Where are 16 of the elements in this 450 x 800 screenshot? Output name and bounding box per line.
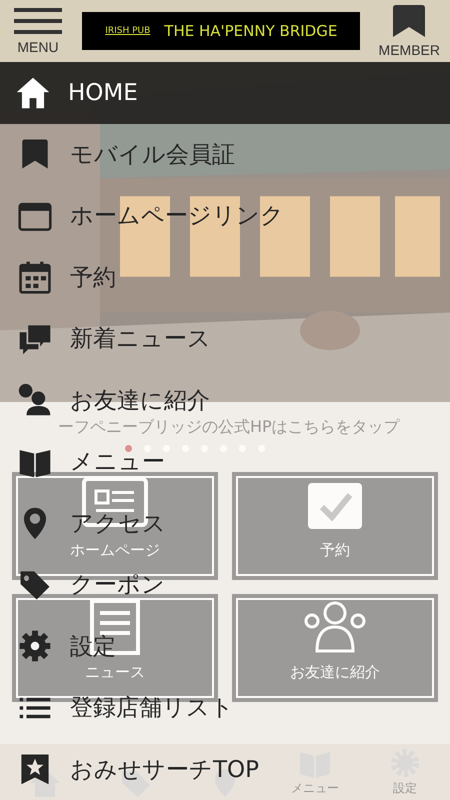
- menu-icon: [12, 7, 64, 35]
- carousel-dot[interactable]: [125, 444, 132, 452]
- menu-item[interactable]: おみせサーチTOP: [18, 752, 260, 786]
- menu-item[interactable]: HOME: [0, 62, 450, 124]
- person-with-speech-bubble-icon: [18, 383, 52, 418]
- member-button[interactable]: MEMBER: [378, 4, 440, 58]
- menu-button[interactable]: MENU: [12, 7, 64, 55]
- menu-item[interactable]: お友達に紹介: [18, 383, 210, 418]
- logo-tagline: IRISH PUB: [105, 26, 150, 36]
- menu-item[interactable]: 予約: [18, 260, 116, 294]
- settings-icon: [18, 629, 52, 664]
- calendar-icon: [18, 260, 52, 294]
- menu-item[interactable]: 新着ニュース: [18, 322, 211, 356]
- menu-item[interactable]: モバイル会員証: [18, 137, 235, 172]
- logo-name: THE HA'PENNY BRIDGE: [164, 22, 338, 40]
- home-icon: [16, 76, 50, 110]
